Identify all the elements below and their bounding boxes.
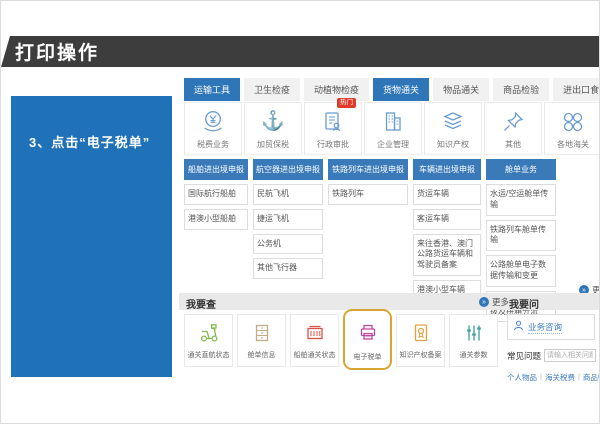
tutorial-slide: 打印操作 3、点击“电子税单” 运输工具 卫生检疫 动植物检疫 货物通关 物品通… xyxy=(0,0,600,424)
section-ship-declaration: 船舶进出境申报 国际航行船舶 港澳小型船舶 xyxy=(184,159,248,230)
category-label: 各地海关 xyxy=(557,139,589,150)
scooter-icon xyxy=(198,322,220,349)
query-label: 船舶通关状态 xyxy=(294,350,336,360)
more-circle-icon xyxy=(479,297,489,307)
category-administrative-approval[interactable]: 热门 行政审批 xyxy=(304,102,362,155)
menu-item[interactable]: 其他飞行器 xyxy=(253,258,323,279)
tab-transport-tools[interactable]: 运输工具 xyxy=(184,78,240,101)
ask-section-title: 我要问 xyxy=(509,296,539,311)
category-label: 企业管理 xyxy=(377,139,409,150)
link-separator: | xyxy=(578,372,580,383)
file-cabinet-icon xyxy=(251,322,273,349)
more-label: 更多 xyxy=(492,296,509,308)
menu-item[interactable]: 货运车辆 xyxy=(413,184,481,205)
tab-commodity-inspection[interactable]: 商品检验 xyxy=(493,78,549,101)
category-regional-customs[interactable]: 各地海关 xyxy=(544,102,600,155)
query-shortcuts: 通关直航状态 舱单信息 xyxy=(184,314,498,370)
category-label: 知识产权 xyxy=(437,139,469,150)
category-intellectual-property[interactable]: 知识产权 xyxy=(424,102,482,155)
category-label: 税费业务 xyxy=(197,139,229,150)
yuan-coin-icon xyxy=(200,108,226,135)
query-manifest-info[interactable]: 舱单信息 xyxy=(237,314,286,367)
faq-row: 常见问题 xyxy=(507,349,600,362)
tab-animal-plant-quarantine[interactable]: 动植物检疫 xyxy=(304,78,369,101)
query-label: 通关参数 xyxy=(460,350,488,360)
category-label: 其他 xyxy=(505,139,521,150)
faq-search-input[interactable] xyxy=(544,349,596,362)
hot-badge: 热门 xyxy=(337,98,356,108)
menu-item[interactable]: 客运车辆 xyxy=(413,209,481,230)
cargo-container-icon xyxy=(304,322,326,349)
business-consult-link[interactable]: 业务咨询 xyxy=(507,314,595,340)
stacked-layers-icon xyxy=(440,108,466,135)
section-bar: 我要查 更多 我要问 xyxy=(179,293,600,310)
category-other[interactable]: 其他 xyxy=(484,102,542,155)
query-clearance-status[interactable]: 通关直航状态 xyxy=(184,314,233,367)
query-label: 舱单信息 xyxy=(248,350,276,360)
menu-item[interactable]: 公务机 xyxy=(253,234,323,255)
section-vehicle-declaration: 车辆进出境申报 货运车辆 客运车辆 来往香港、澳门公路货运车辆和驾驶员备案 港澳… xyxy=(413,159,481,301)
ask-panel: 业务咨询 常见问题 个人物品 | 海关税费 | 商品归类 xyxy=(507,314,600,383)
hot-link-commodity-classification[interactable]: 商品归类 xyxy=(583,372,600,383)
building-icon xyxy=(380,108,406,135)
query-label: 电子税单 xyxy=(354,352,382,362)
menu-item[interactable]: 铁路列车 xyxy=(328,184,408,205)
four-circles-icon xyxy=(560,108,586,135)
menu-item[interactable]: 公路舱单电子数据传输和变更 xyxy=(486,255,556,287)
hot-link-personal-items[interactable]: 个人物品 xyxy=(507,372,537,383)
menu-item[interactable]: 港澳小型船舶 xyxy=(184,209,248,230)
section-rail-declaration: 铁路列车进出境申报 铁路列车 xyxy=(328,159,408,205)
category-enterprise-management[interactable]: 企业管理 xyxy=(364,102,422,155)
hot-link-customs-tax[interactable]: 海关税费 xyxy=(545,372,575,383)
tab-health-quarantine[interactable]: 卫生检疫 xyxy=(244,78,300,101)
section-aircraft-declaration: 航空器进出境申报 民航飞机 捷运飞机 公务机 其他飞行器 xyxy=(253,159,323,279)
menu-item[interactable]: 铁路列车舱单传输 xyxy=(486,220,556,252)
category-label: 行政审批 xyxy=(317,139,349,150)
tab-articles-clearance[interactable]: 物品通关 xyxy=(433,78,489,101)
customs-portal: 运输工具 卫生检疫 动植物检疫 货物通关 物品通关 商品检验 进出口食品 税费业… xyxy=(179,75,600,395)
hot-question-links: 个人物品 | 海关税费 | 商品归类 xyxy=(507,372,600,383)
query-electronic-tax-bill[interactable]: 电子税单 xyxy=(343,309,392,370)
slide-title-bar: 打印操作 xyxy=(1,36,599,67)
approval-document-icon xyxy=(320,108,346,135)
page-title: 打印操作 xyxy=(15,38,99,65)
sliders-icon xyxy=(463,322,485,349)
more-link[interactable]: 更多 xyxy=(479,296,509,308)
category-tax-business[interactable]: 税费业务 xyxy=(184,102,242,155)
pushpin-icon xyxy=(500,108,526,135)
tab-import-export-food[interactable]: 进出口食品 xyxy=(553,78,600,101)
query-clearance-parameters[interactable]: 通关参数 xyxy=(449,314,498,367)
query-vessel-clearance-status[interactable]: 船舶通关状态 xyxy=(290,314,339,367)
menu-item[interactable]: 国际航行船舶 xyxy=(184,184,248,205)
category-label: 加贸保税 xyxy=(257,139,289,150)
menu-item[interactable]: 民航飞机 xyxy=(253,184,323,205)
section-header[interactable]: 铁路列车进出境申报 xyxy=(328,159,408,180)
step-panel: 3、点击“电子税单” xyxy=(11,96,172,377)
query-label: 知识产权备案 xyxy=(400,350,442,360)
person-icon xyxy=(513,318,524,336)
tab-goods-clearance[interactable]: 货物通关 xyxy=(373,78,429,101)
query-section-title: 我要查 xyxy=(186,296,216,311)
certificate-icon xyxy=(410,322,432,349)
menu-item[interactable]: 捷运飞机 xyxy=(253,209,323,230)
menu-item[interactable]: 水运/空运舱单传输 xyxy=(486,184,556,216)
category-icon-row: 税费业务 ⚓ 加贸保税 热门 行政审批 xyxy=(184,102,600,155)
query-ipr-record[interactable]: 知识产权备案 xyxy=(396,314,445,367)
faq-label: 常见问题 xyxy=(507,350,541,362)
link-separator: | xyxy=(540,372,542,383)
category-processing-trade-bonded[interactable]: ⚓ 加贸保税 xyxy=(244,102,302,155)
section-header[interactable]: 舱单业务 xyxy=(486,159,556,180)
step-note: 3、点击“电子税单” xyxy=(29,132,172,151)
query-label: 通关直航状态 xyxy=(188,350,230,360)
anchor-icon: ⚓ xyxy=(261,108,285,135)
section-header[interactable]: 车辆进出境申报 xyxy=(413,159,481,180)
consult-label: 业务咨询 xyxy=(528,321,562,334)
section-header[interactable]: 航空器进出境申报 xyxy=(253,159,323,180)
printer-icon xyxy=(357,321,379,348)
section-header[interactable]: 船舶进出境申报 xyxy=(184,159,248,180)
menu-item[interactable]: 来往香港、澳门公路货运车辆和驾驶员备案 xyxy=(413,234,481,276)
category-tabs: 运输工具 卫生检疫 动植物检疫 货物通关 物品通关 商品检验 进出口食品 xyxy=(184,78,600,101)
